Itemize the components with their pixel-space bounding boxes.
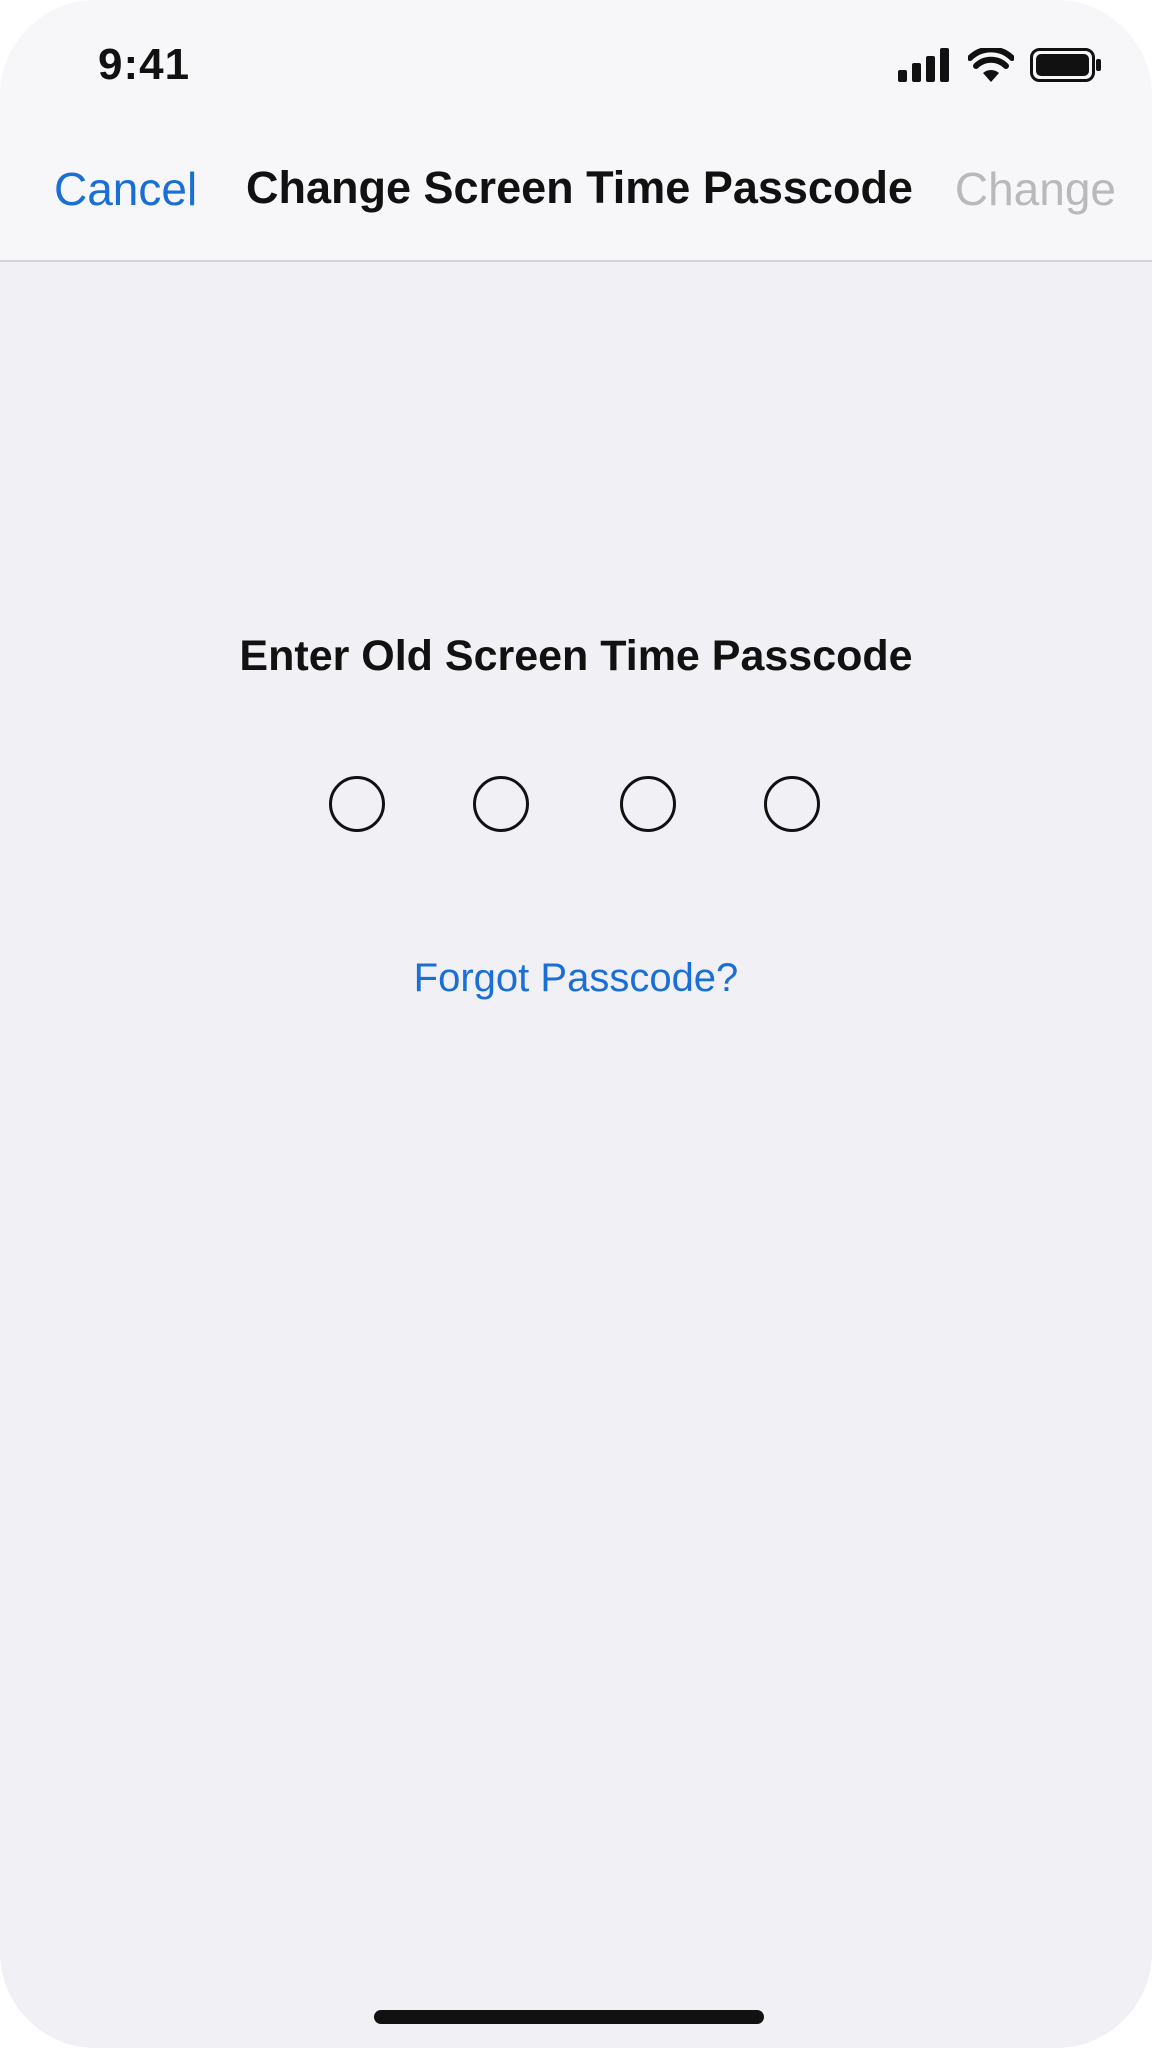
- top-bar: 9:41 Cancel Change Screen Time Passcode …: [0, 0, 1152, 262]
- page-title: Change Screen Time Passcode: [246, 162, 913, 213]
- forgot-passcode-link[interactable]: Forgot Passcode?: [0, 956, 1152, 1001]
- passcode-dot: [473, 776, 529, 832]
- passcode-dot: [620, 776, 676, 832]
- cellular-signal-icon: [898, 48, 952, 82]
- home-indicator[interactable]: [374, 2010, 764, 2024]
- cancel-button[interactable]: Cancel: [54, 162, 197, 216]
- passcode-dots[interactable]: [0, 776, 1152, 836]
- status-icons: [898, 48, 1102, 82]
- passcode-prompt: Enter Old Screen Time Passcode: [239, 632, 913, 680]
- passcode-dot: [329, 776, 385, 832]
- status-time: 9:41: [98, 40, 191, 89]
- passcode-dot: [764, 776, 820, 832]
- phone-screen: 9:41 Cancel Change Screen Time Passcode …: [0, 0, 1152, 2048]
- battery-icon: [1030, 48, 1102, 82]
- wifi-icon: [968, 48, 1014, 82]
- change-button[interactable]: Change: [955, 162, 1116, 216]
